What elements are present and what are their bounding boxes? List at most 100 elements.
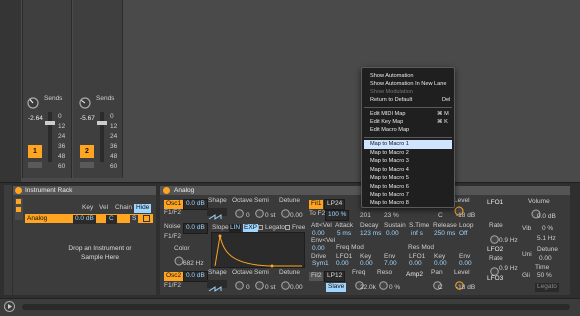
rack-power-icon[interactable] (15, 187, 22, 194)
horizontal-scrollbar[interactable] (22, 304, 570, 310)
menu-show-automation-new-lane[interactable]: Show Automation In New Lane (370, 81, 447, 88)
osc2-shape-icon[interactable] (207, 280, 227, 292)
filter2-type[interactable]: LP12 (324, 271, 346, 282)
rm-lfo1-value[interactable]: 0.00 (409, 260, 422, 268)
chain-drop-zone[interactable]: Drop an Instrument or Sample Here (60, 244, 140, 262)
rm-env-value[interactable]: 0.00 (459, 260, 472, 268)
osc1-shape-icon[interactable] (207, 208, 227, 220)
menu-return-to-default[interactable]: Return to Default (370, 97, 412, 104)
lfo1-label[interactable]: LFO1 (487, 199, 503, 207)
menu-edit-key-map[interactable]: Edit Key Map (370, 119, 403, 126)
track-activator-1[interactable]: 1 (28, 145, 42, 158)
menu-map-macro-5[interactable]: Map to Macro 5 (370, 175, 409, 182)
osc2-detune-knob[interactable] (281, 277, 290, 290)
osc2-semi-knob[interactable] (255, 277, 264, 290)
menu-map-macro-8[interactable]: Map to Macro 8 (370, 200, 409, 207)
volume-fader-2[interactable] (97, 121, 107, 125)
osc1-detune-knob[interactable] (281, 205, 290, 218)
lfo2-label[interactable]: LFO2 (487, 246, 503, 254)
play-triangle-icon[interactable] (4, 301, 15, 312)
analog-power-icon[interactable] (163, 187, 170, 194)
decay-value[interactable]: 123 ms (360, 230, 381, 238)
menu-edit-midi-map[interactable]: Edit MIDI Map (370, 111, 405, 118)
menu-map-macro-4[interactable]: Map to Macro 4 (370, 167, 409, 174)
rack-chain-button[interactable]: Chain (115, 204, 132, 212)
vib-value[interactable]: 0 % (542, 225, 553, 233)
rack-side-button-2[interactable] (16, 207, 21, 212)
fm-key-value[interactable]: 0.00 (360, 260, 373, 268)
lfo3-label[interactable]: LFO3 (487, 275, 503, 283)
release-value[interactable]: 250 ms (434, 230, 455, 238)
menu-edit-macro-map[interactable]: Edit Macro Map (370, 127, 409, 134)
sends-knob-1[interactable] (27, 96, 39, 109)
filter2-reso-knob[interactable] (379, 277, 388, 290)
filter1-toggle[interactable]: Fil1 (309, 200, 324, 209)
res-mod-label: Res Mod (408, 244, 435, 251)
uni-label[interactable]: Uni (522, 251, 532, 259)
osc1-octave-knob[interactable] (235, 205, 244, 218)
solo-button-2[interactable] (80, 162, 94, 168)
sends-label-1: Sends (44, 95, 63, 102)
legato-button[interactable]: Legato (535, 283, 559, 292)
osc1-semi-knob[interactable] (255, 205, 264, 218)
menu-show-automation[interactable]: Show Automation (370, 73, 414, 80)
chain-volume[interactable]: 0.0 dB (73, 215, 96, 224)
menu-map-macro-7[interactable]: Map to Macro 7 (370, 192, 409, 199)
menu-map-macro-3[interactable]: Map to Macro 3 (370, 158, 409, 165)
sends-value-2[interactable]: -5.67 (80, 115, 95, 123)
env-vel-value[interactable]: 0.00 (312, 245, 325, 253)
attack-value[interactable]: 5 ms (337, 230, 351, 238)
track-activator-2[interactable]: 2 (80, 145, 94, 158)
osc1-f1f2[interactable]: F1/F2 (164, 209, 181, 217)
sends-value-1[interactable]: -2.64 (28, 115, 43, 123)
menu-map-macro-6[interactable]: Map to Macro 6 (370, 184, 409, 191)
amp2-pan-value: C (438, 284, 443, 291)
lfo2-rate-knob[interactable] (490, 263, 499, 276)
loop-value[interactable]: Off (459, 230, 468, 238)
gli-label[interactable]: Gli (522, 272, 530, 280)
noise-toggle[interactable]: Noise (164, 223, 181, 231)
rack-side-button-active[interactable] (16, 199, 21, 204)
envelope-display[interactable] (211, 232, 305, 268)
drive-value[interactable]: Sym1 (312, 260, 329, 268)
fm-env-value[interactable]: 7.00 (384, 260, 397, 268)
vib-rate-value[interactable]: 5.1 Hz (537, 235, 556, 243)
menu-map-macro-2[interactable]: Map to Macro 2 (370, 150, 409, 157)
volume-fader-1[interactable] (45, 121, 55, 125)
fm-lfo1-value[interactable]: 0.00 (336, 260, 349, 268)
stime-value[interactable]: inf s (411, 230, 423, 238)
free-checkbox[interactable] (285, 225, 290, 230)
osc2-f1f2[interactable]: F1/F2 (164, 282, 181, 290)
chain-solo[interactable]: S (130, 215, 139, 224)
legato-checkbox[interactable] (258, 225, 263, 230)
osc1-toggle[interactable]: Osc1 (164, 200, 184, 209)
filter2-slave-button[interactable]: Slave (326, 283, 347, 292)
sustain-value[interactable]: 0.00 (386, 230, 399, 238)
solo-button-1[interactable] (28, 162, 42, 168)
osc2-octave-knob[interactable] (235, 277, 244, 290)
sends-knob-2[interactable] (79, 96, 91, 109)
osc2-toggle[interactable]: Osc2 (164, 272, 184, 281)
osc1-level[interactable]: 0.0 dB (183, 199, 208, 210)
chain-activator[interactable] (143, 215, 150, 222)
menu-map-macro-1[interactable]: Map to Macro 1 (370, 141, 409, 148)
chain-name[interactable]: Analog (27, 215, 47, 223)
lfo1-rate-knob[interactable] (490, 231, 499, 244)
filter1-type[interactable]: LP24 (324, 199, 346, 210)
filter2-toggle[interactable]: Fil2 (309, 272, 324, 281)
rm-key-value[interactable]: 0.00 (434, 260, 447, 268)
filter1-reso-value[interactable]: 23 % (384, 212, 399, 220)
vib-label[interactable]: Vib (522, 225, 531, 233)
rack-hide-button[interactable]: Hide (134, 204, 152, 213)
osc2-level[interactable]: 0.0 dB (183, 271, 208, 282)
rack-key-button[interactable]: Key (82, 204, 93, 212)
amp1-pan-value[interactable]: C (438, 212, 443, 220)
amp2-toggle[interactable]: Amp2 (406, 271, 423, 279)
gli-value[interactable]: 50 % (537, 272, 552, 280)
noise-level[interactable]: 0.0 dB (183, 223, 208, 234)
filter1-to-f2-value[interactable]: 100 % (325, 210, 350, 221)
filter1-freq-value[interactable]: 201 (360, 212, 371, 220)
chain-pan[interactable]: C (106, 215, 117, 224)
noise-f1f2[interactable]: F1/F2 (164, 233, 181, 241)
rack-vel-button[interactable]: Vel (99, 204, 108, 212)
